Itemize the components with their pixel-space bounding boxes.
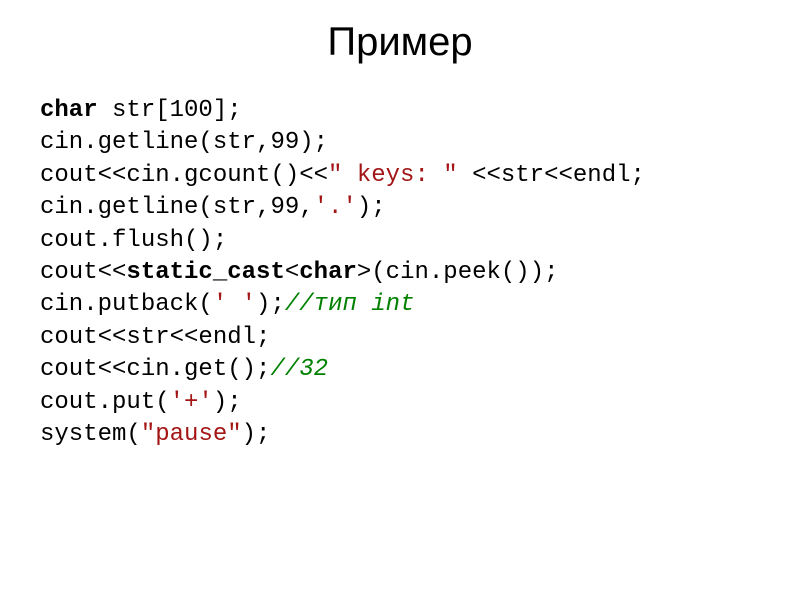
code-text: <	[285, 259, 299, 286]
code-text: cout<<cin.get();	[40, 356, 270, 383]
code-text: );	[213, 389, 242, 416]
char-literal: '+'	[170, 389, 213, 416]
code-text: );	[242, 421, 271, 448]
keyword-static-cast: static_cast	[126, 259, 284, 286]
code-text: cout.put(	[40, 389, 170, 416]
slide: Пример char str[100]; cin.getline(str,99…	[0, 0, 800, 600]
code-text: cout<<cin.gcount()<<	[40, 162, 328, 189]
code-text: cout<<str<<endl;	[40, 324, 270, 351]
char-literal: '.'	[314, 194, 357, 221]
code-text: cout.flush();	[40, 227, 227, 254]
code-text: );	[357, 194, 386, 221]
comment: //тип int	[285, 291, 415, 318]
comment: //32	[270, 356, 328, 383]
code-text: cout<<	[40, 259, 126, 286]
string-literal: "pause"	[141, 421, 242, 448]
code-text: <<str<<endl;	[458, 162, 645, 189]
keyword-char: char	[40, 97, 98, 124]
code-text: cin.putback(	[40, 291, 213, 318]
code-text: system(	[40, 421, 141, 448]
char-literal: ' '	[213, 291, 256, 318]
page-title: Пример	[40, 20, 760, 65]
string-literal: " keys: "	[328, 162, 458, 189]
keyword-char2: char	[299, 259, 357, 286]
code-text: );	[256, 291, 285, 318]
code-text: str[100];	[98, 97, 242, 124]
code-text: cin.getline(str,99);	[40, 129, 328, 156]
code-block: char str[100]; cin.getline(str,99); cout…	[40, 95, 760, 451]
code-text: >(cin.peek());	[357, 259, 559, 286]
code-text: cin.getline(str,99,	[40, 194, 314, 221]
